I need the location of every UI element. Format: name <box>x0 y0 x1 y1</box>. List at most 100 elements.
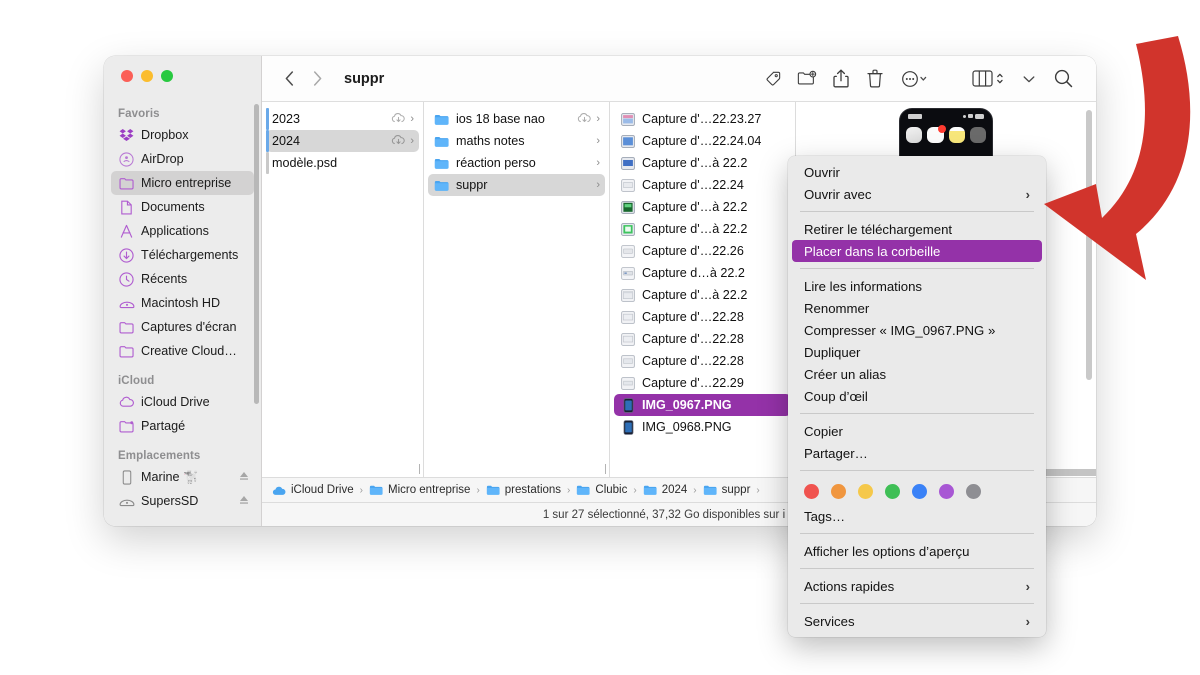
tag-purple[interactable] <box>939 484 954 499</box>
menu-item-ouvrir[interactable]: Ouvrir <box>792 161 1042 183</box>
list-item[interactable]: IMG_0968.PNG <box>614 416 791 438</box>
chevron-right-icon[interactable]: › <box>596 179 600 191</box>
list-item[interactable]: Capture d'…22.28 <box>614 328 791 350</box>
close-button[interactable] <box>121 70 133 82</box>
list-item[interactable]: Capture d'…22.29 <box>614 372 791 394</box>
chevron-right-icon[interactable]: › <box>410 135 414 147</box>
chevron-right-icon[interactable]: › <box>596 157 600 169</box>
menu-item-creer-un-alias[interactable]: Créer un alias <box>792 363 1042 385</box>
menu-item-coup-doeil[interactable]: Coup d’œil <box>792 385 1042 407</box>
group-chevron-icon[interactable] <box>1012 65 1046 93</box>
new-folder-icon[interactable] <box>790 65 824 93</box>
list-item[interactable]: suppr › <box>428 174 605 196</box>
list-item[interactable]: Capture d'…22.28 <box>614 350 791 372</box>
menu-item-renommer[interactable]: Renommer <box>792 297 1042 319</box>
chevron-right-icon[interactable]: › <box>596 113 600 125</box>
menu-item-afficher-les-options-dapercu[interactable]: Afficher les options d’aperçu <box>792 540 1042 562</box>
window-controls[interactable] <box>121 70 173 82</box>
list-item[interactable]: maths notes › <box>428 130 605 152</box>
tag-grey[interactable] <box>966 484 981 499</box>
tag-green[interactable] <box>885 484 900 499</box>
screenshot-icon <box>620 331 636 347</box>
forward-button[interactable] <box>310 69 324 89</box>
file-name: Capture d'…22.24 <box>642 178 744 192</box>
list-item[interactable]: réaction perso › <box>428 152 605 174</box>
eject-icon[interactable] <box>238 470 250 485</box>
breadcrumb-icloud-drive[interactable]: iCloud Drive <box>272 484 354 496</box>
menu-item-partager[interactable]: Partager… <box>792 442 1042 464</box>
chevron-right-icon[interactable]: › <box>410 113 414 125</box>
back-button[interactable] <box>282 69 296 89</box>
menu-item-dupliquer[interactable]: Dupliquer <box>792 341 1042 363</box>
menu-item-ouvrir-avec[interactable]: Ouvrir avec › <box>792 183 1042 205</box>
tags-icon[interactable] <box>756 65 790 93</box>
menu-item-retirer-le-telechargement[interactable]: Retirer le téléchargement <box>792 218 1042 240</box>
trash-icon[interactable] <box>858 65 892 93</box>
list-item[interactable]: Capture d'…22.24.04 <box>614 130 791 152</box>
sidebar-item-telechargements[interactable]: Téléchargements <box>111 243 254 267</box>
more-actions-icon[interactable] <box>892 65 938 93</box>
menu-item-services[interactable]: Services › <box>792 610 1042 632</box>
sidebar-scrollbar[interactable] <box>254 104 259 404</box>
menu-item-label: Ouvrir <box>804 164 840 180</box>
sidebar-item-label: Récents <box>141 272 188 286</box>
list-item[interactable]: ios 18 base nao › <box>428 108 605 130</box>
breadcrumb-suppr[interactable]: suppr <box>703 484 750 496</box>
list-item[interactable]: Capture d…à 22.2 <box>614 262 791 284</box>
sidebar-item-superssd[interactable]: SupersSD <box>111 489 254 513</box>
cloud-download-icon[interactable] <box>391 134 406 149</box>
cloud-download-icon[interactable] <box>577 112 592 127</box>
list-item[interactable]: Capture d'…22.24 <box>614 174 791 196</box>
preview-scrollbar[interactable] <box>1086 110 1092 380</box>
sidebar-item-marine[interactable]: Marine 🐩 <box>111 465 254 489</box>
sidebar-item-applications[interactable]: Applications <box>111 219 254 243</box>
list-item-selected[interactable]: IMG_0967.PNG <box>614 394 791 416</box>
sidebar-item-documents[interactable]: Documents <box>111 195 254 219</box>
menu-item-lire-les-informations[interactable]: Lire les informations <box>792 275 1042 297</box>
minimize-button[interactable] <box>141 70 153 82</box>
menu-item-compresser[interactable]: Compresser « IMG_0967.PNG » <box>792 319 1042 341</box>
breadcrumb-2024[interactable]: 2024 <box>643 484 687 496</box>
list-item[interactable]: Capture d'…à 22.2 <box>614 196 791 218</box>
sidebar-item-icloud-drive[interactable]: iCloud Drive <box>111 390 254 414</box>
list-item[interactable]: modèle.psd <box>266 152 419 174</box>
chevron-right-icon[interactable]: › <box>596 135 600 147</box>
zoom-button[interactable] <box>161 70 173 82</box>
sidebar-item-label: Documents <box>141 200 205 214</box>
navigation-buttons <box>282 69 324 89</box>
menu-item-copier[interactable]: Copier <box>792 420 1042 442</box>
eject-icon[interactable] <box>238 494 250 509</box>
list-item[interactable]: Capture d'…22.23.27 <box>614 108 791 130</box>
share-icon[interactable] <box>824 65 858 93</box>
sidebar-item-partage[interactable]: Partagé <box>111 414 254 438</box>
menu-item-tags[interactable]: Tags… <box>792 505 1042 527</box>
list-item[interactable]: Capture d'…à 22.2 <box>614 152 791 174</box>
sidebar-item-creative-cloud[interactable]: Creative Cloud… <box>111 339 254 363</box>
breadcrumb-prestations[interactable]: prestations <box>486 484 561 496</box>
menu-separator <box>800 211 1034 212</box>
view-column-icon[interactable] <box>966 65 1012 93</box>
tag-blue[interactable] <box>912 484 927 499</box>
sidebar-item-recents[interactable]: Récents <box>111 267 254 291</box>
sidebar-item-micro-entreprise[interactable]: Micro entreprise <box>111 171 254 195</box>
list-item[interactable]: 2023 › <box>266 108 419 130</box>
list-item[interactable]: Capture d'…22.26 <box>614 240 791 262</box>
list-item[interactable]: Capture d'…22.28 <box>614 306 791 328</box>
list-item[interactable]: Capture d'…à 22.2 <box>614 284 791 306</box>
sidebar-item-captures-decran[interactable]: Captures d'écran <box>111 315 254 339</box>
list-item[interactable]: 2024 › <box>266 130 419 152</box>
tag-orange[interactable] <box>831 484 846 499</box>
menu-item-actions-rapides[interactable]: Actions rapides › <box>792 575 1042 597</box>
tag-yellow[interactable] <box>858 484 873 499</box>
sidebar-item-airdrop[interactable]: AirDrop <box>111 147 254 171</box>
breadcrumb-clubic[interactable]: Clubic <box>576 484 627 496</box>
search-icon[interactable] <box>1046 65 1080 93</box>
breadcrumb-micro-entreprise[interactable]: Micro entreprise <box>369 484 470 496</box>
tag-red[interactable] <box>804 484 819 499</box>
menu-item-placer-dans-la-corbeille[interactable]: Placer dans la corbeille <box>792 240 1042 262</box>
sidebar-item-macintosh-hd[interactable]: Macintosh HD <box>111 291 254 315</box>
list-item[interactable]: Capture d'…à 22.2 <box>614 218 791 240</box>
sidebar-item-dropbox[interactable]: Dropbox <box>111 123 254 147</box>
menu-item-label: Partager… <box>804 445 868 461</box>
cloud-download-icon[interactable] <box>391 112 406 127</box>
